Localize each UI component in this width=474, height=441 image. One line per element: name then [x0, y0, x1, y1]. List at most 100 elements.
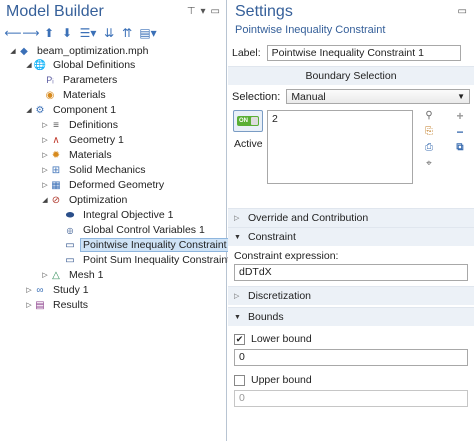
tree-node-mesh[interactable]: ▷ △ Mesh 1 [40, 268, 106, 282]
select-all-icon[interactable]: ⧉ [453, 142, 467, 153]
tree-node-study[interactable]: ▷ ∞ Study 1 [24, 283, 92, 297]
collapse-toggle-icon[interactable]: ◢ [24, 106, 34, 114]
tree-node-geometry[interactable]: ▷ ∧ Geometry 1 [40, 133, 127, 147]
tree-node-results[interactable]: ▷ ▤ Results [24, 298, 91, 312]
globe-icon: 🌐 [33, 59, 47, 71]
materials-icon: ✹ [51, 149, 61, 161]
collapse-icon[interactable]: ⇈ [120, 26, 134, 40]
active-toggle-button[interactable]: ON [233, 110, 263, 132]
settings-panel: Settings ▭ Pointwise Inequality Constrai… [228, 0, 474, 441]
expand-toggle-icon[interactable]: ▷ [24, 301, 34, 309]
tree-node-root[interactable]: ◢ ◆ beam_optimization.mph [8, 44, 151, 58]
tree-node-deformed-geometry[interactable]: ▷ ▦ Deformed Geometry [40, 178, 167, 192]
arrow-right-icon[interactable]: ⟶ [22, 26, 39, 40]
paste-selection-icon[interactable]: ⚲ [422, 110, 436, 121]
tree-node-component[interactable]: ◢ ⚙ Component 1 [24, 103, 119, 117]
section-bounds[interactable]: ▼ Bounds [228, 307, 474, 326]
selection-body: ON Active 2 ⚲ ⎘ ⎙ ⌖ + − ⧉ [228, 108, 474, 208]
materials-icon: ◉ [45, 89, 55, 101]
arrow-down-icon[interactable]: ⬇ [60, 26, 74, 40]
model-builder-header: Model Builder ⊤ ▾ ▭ [0, 0, 226, 23]
upper-bound-input[interactable]: 0 [234, 390, 468, 407]
settings-subtitle: Pointwise Inequality Constraint [235, 24, 386, 36]
expand-toggle-icon[interactable]: ▷ [24, 286, 34, 294]
tree-node-global-definitions[interactable]: ◢ 🌐 Global Definitions [24, 58, 138, 72]
label-caption: Label: [232, 47, 261, 59]
expand-arrow-icon: ▷ [234, 215, 240, 222]
clear-selection-icon[interactable]: ⎙ [422, 142, 436, 153]
minimize-icon[interactable]: ▭ [211, 6, 220, 17]
point-sum-constraint-icon: ▭ [65, 254, 75, 266]
settings-header: Settings ▭ [228, 0, 474, 23]
tree-node-integral-objective[interactable]: ⬬ Integral Objective 1 [64, 208, 176, 222]
optimization-icon: ⊘ [51, 194, 61, 206]
tree-node-solid-mechanics[interactable]: ▷ ⊞ Solid Mechanics [40, 163, 148, 177]
definitions-icon: ≡ [53, 119, 59, 131]
deformed-geometry-icon: ▦ [51, 179, 61, 191]
minimize-icon[interactable]: ▭ [458, 6, 467, 17]
collapse-toggle-icon[interactable]: ◢ [8, 47, 18, 55]
collapse-arrow-icon: ▼ [234, 313, 241, 321]
expand-arrow-icon: ▷ [234, 293, 240, 300]
selection-caption: Selection: [232, 90, 281, 103]
dropdown-arrow-icon: ▼ [457, 92, 465, 101]
tree-node-parameters[interactable]: Pᵢ Parameters [44, 73, 120, 87]
settings-title: Settings [235, 2, 293, 20]
model-builder-panel: Model Builder ⊤ ▾ ▭ ⟵ ⟶ ⬆ ⬇ ☰▾ ⇊ ⇈ ▤▾ ◢ … [0, 0, 239, 441]
expand-icon[interactable]: ⇊ [102, 26, 116, 40]
selection-listbox[interactable]: 2 [267, 110, 413, 184]
label-input[interactable] [266, 45, 461, 61]
pointwise-constraint-icon: ▭ [65, 239, 75, 251]
lower-bound-row: ✔ Lower bound [228, 329, 474, 349]
selection-row: Selection: Manual ▼ [228, 85, 474, 108]
expand-toggle-icon[interactable]: ▷ [40, 181, 50, 189]
collapse-toggle-icon[interactable]: ◢ [24, 61, 34, 69]
zoom-to-selection-icon[interactable]: ⌖ [422, 158, 436, 169]
study-icon: ∞ [36, 284, 44, 296]
model-file-icon: ◆ [20, 45, 28, 57]
pin-icon[interactable]: ⊤ [187, 6, 196, 17]
tree-node-definitions[interactable]: ▷ ≡ Definitions [40, 118, 121, 132]
tree-node-global-control-variables[interactable]: ◎ Global Control Variables 1 [64, 223, 208, 237]
tree-node-global-materials[interactable]: ◉ Materials [44, 88, 109, 102]
lower-bound-input[interactable]: 0 [234, 349, 468, 366]
section-constraint[interactable]: ▼ Constraint [228, 227, 474, 246]
settings-menu-icon[interactable]: ▤▾ [138, 26, 158, 40]
section-discretization[interactable]: ▷ Discretization [228, 286, 474, 305]
parameter-pi-icon: Pᵢ [46, 75, 54, 85]
integral-objective-icon: ⬬ [65, 209, 75, 221]
upper-bound-checkbox[interactable] [234, 374, 245, 386]
selection-dropdown[interactable]: Manual ▼ [286, 89, 470, 104]
tree-node-materials[interactable]: ▷ ✹ Materials [40, 148, 115, 162]
expand-toggle-icon[interactable]: ▷ [40, 121, 50, 129]
add-to-selection-icon[interactable]: + [453, 109, 467, 123]
remove-from-selection-icon[interactable]: − [453, 125, 467, 139]
constraint-expression-input[interactable]: dDTdX [234, 264, 468, 281]
geometry-icon: ∧ [52, 134, 60, 146]
expand-toggle-icon[interactable]: ▷ [40, 166, 50, 174]
selection-list-item[interactable]: 2 [272, 113, 408, 125]
tree-node-pointwise-inequality[interactable]: ▭ Pointwise Inequality Constraint 1 [64, 238, 239, 252]
expand-toggle-icon[interactable]: ▷ [40, 136, 50, 144]
constraint-expression-caption: Constraint expression: [234, 250, 339, 262]
copy-selection-icon[interactable]: ⎘ [422, 126, 436, 137]
show-menu-icon[interactable]: ☰▾ [78, 26, 98, 40]
on-toggle-icon: ON [237, 116, 259, 126]
upper-bound-label: Upper bound [251, 374, 312, 386]
lower-bound-label: Lower bound [251, 333, 312, 345]
tree-node-optimization[interactable]: ◢ ⊘ Optimization [40, 193, 130, 207]
arrow-left-icon[interactable]: ⟵ [4, 26, 21, 40]
collapse-toggle-icon[interactable]: ◢ [40, 196, 50, 204]
lower-bound-checkbox[interactable]: ✔ [234, 333, 245, 345]
results-icon: ▤ [35, 299, 45, 311]
tree-node-point-sum-inequality[interactable]: ▭ Point Sum Inequality Constraint 1 [64, 253, 242, 267]
expand-toggle-icon[interactable]: ▷ [40, 151, 50, 159]
expand-toggle-icon[interactable]: ▷ [40, 271, 50, 279]
section-override-contribution[interactable]: ▷ Override and Contribution [228, 208, 474, 227]
arrow-up-icon[interactable]: ⬆ [42, 26, 56, 40]
view-menu-icon[interactable]: ▾ [201, 6, 206, 17]
label-row: Label: [228, 40, 474, 66]
solid-mechanics-icon: ⊞ [51, 164, 61, 176]
active-label: Active [234, 138, 263, 150]
section-boundary-selection[interactable]: Boundary Selection [228, 66, 474, 85]
